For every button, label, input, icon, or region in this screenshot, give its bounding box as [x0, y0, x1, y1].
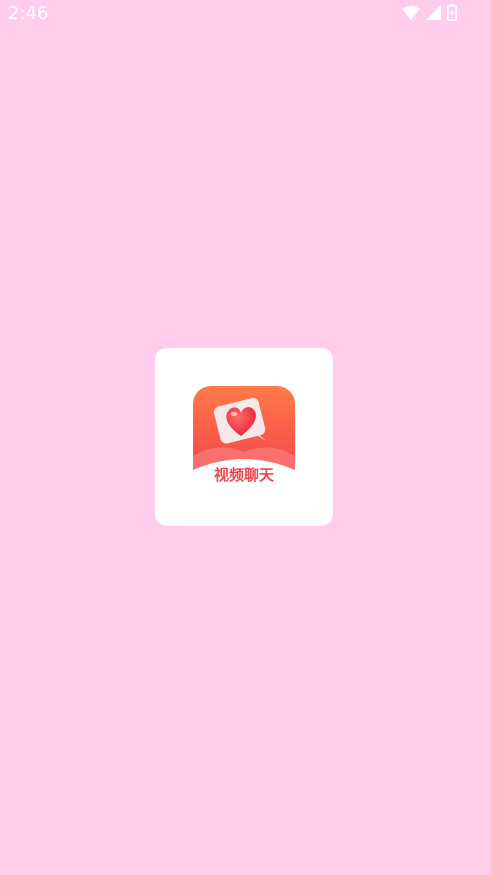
wifi-icon: [402, 5, 420, 20]
splash-screen: 2:46 视频聊天: [0, 0, 491, 875]
cellular-signal-icon: [426, 5, 441, 20]
app-name-label: 视频聊天: [213, 466, 274, 484]
status-bar: 2:46: [0, 0, 491, 28]
splash-logo-card: 视频聊天: [155, 348, 333, 526]
app-icon: 视频聊天: [193, 386, 295, 488]
status-time: 2:46: [8, 3, 49, 24]
status-icons: [402, 4, 457, 21]
battery-charging-icon: [447, 4, 457, 21]
